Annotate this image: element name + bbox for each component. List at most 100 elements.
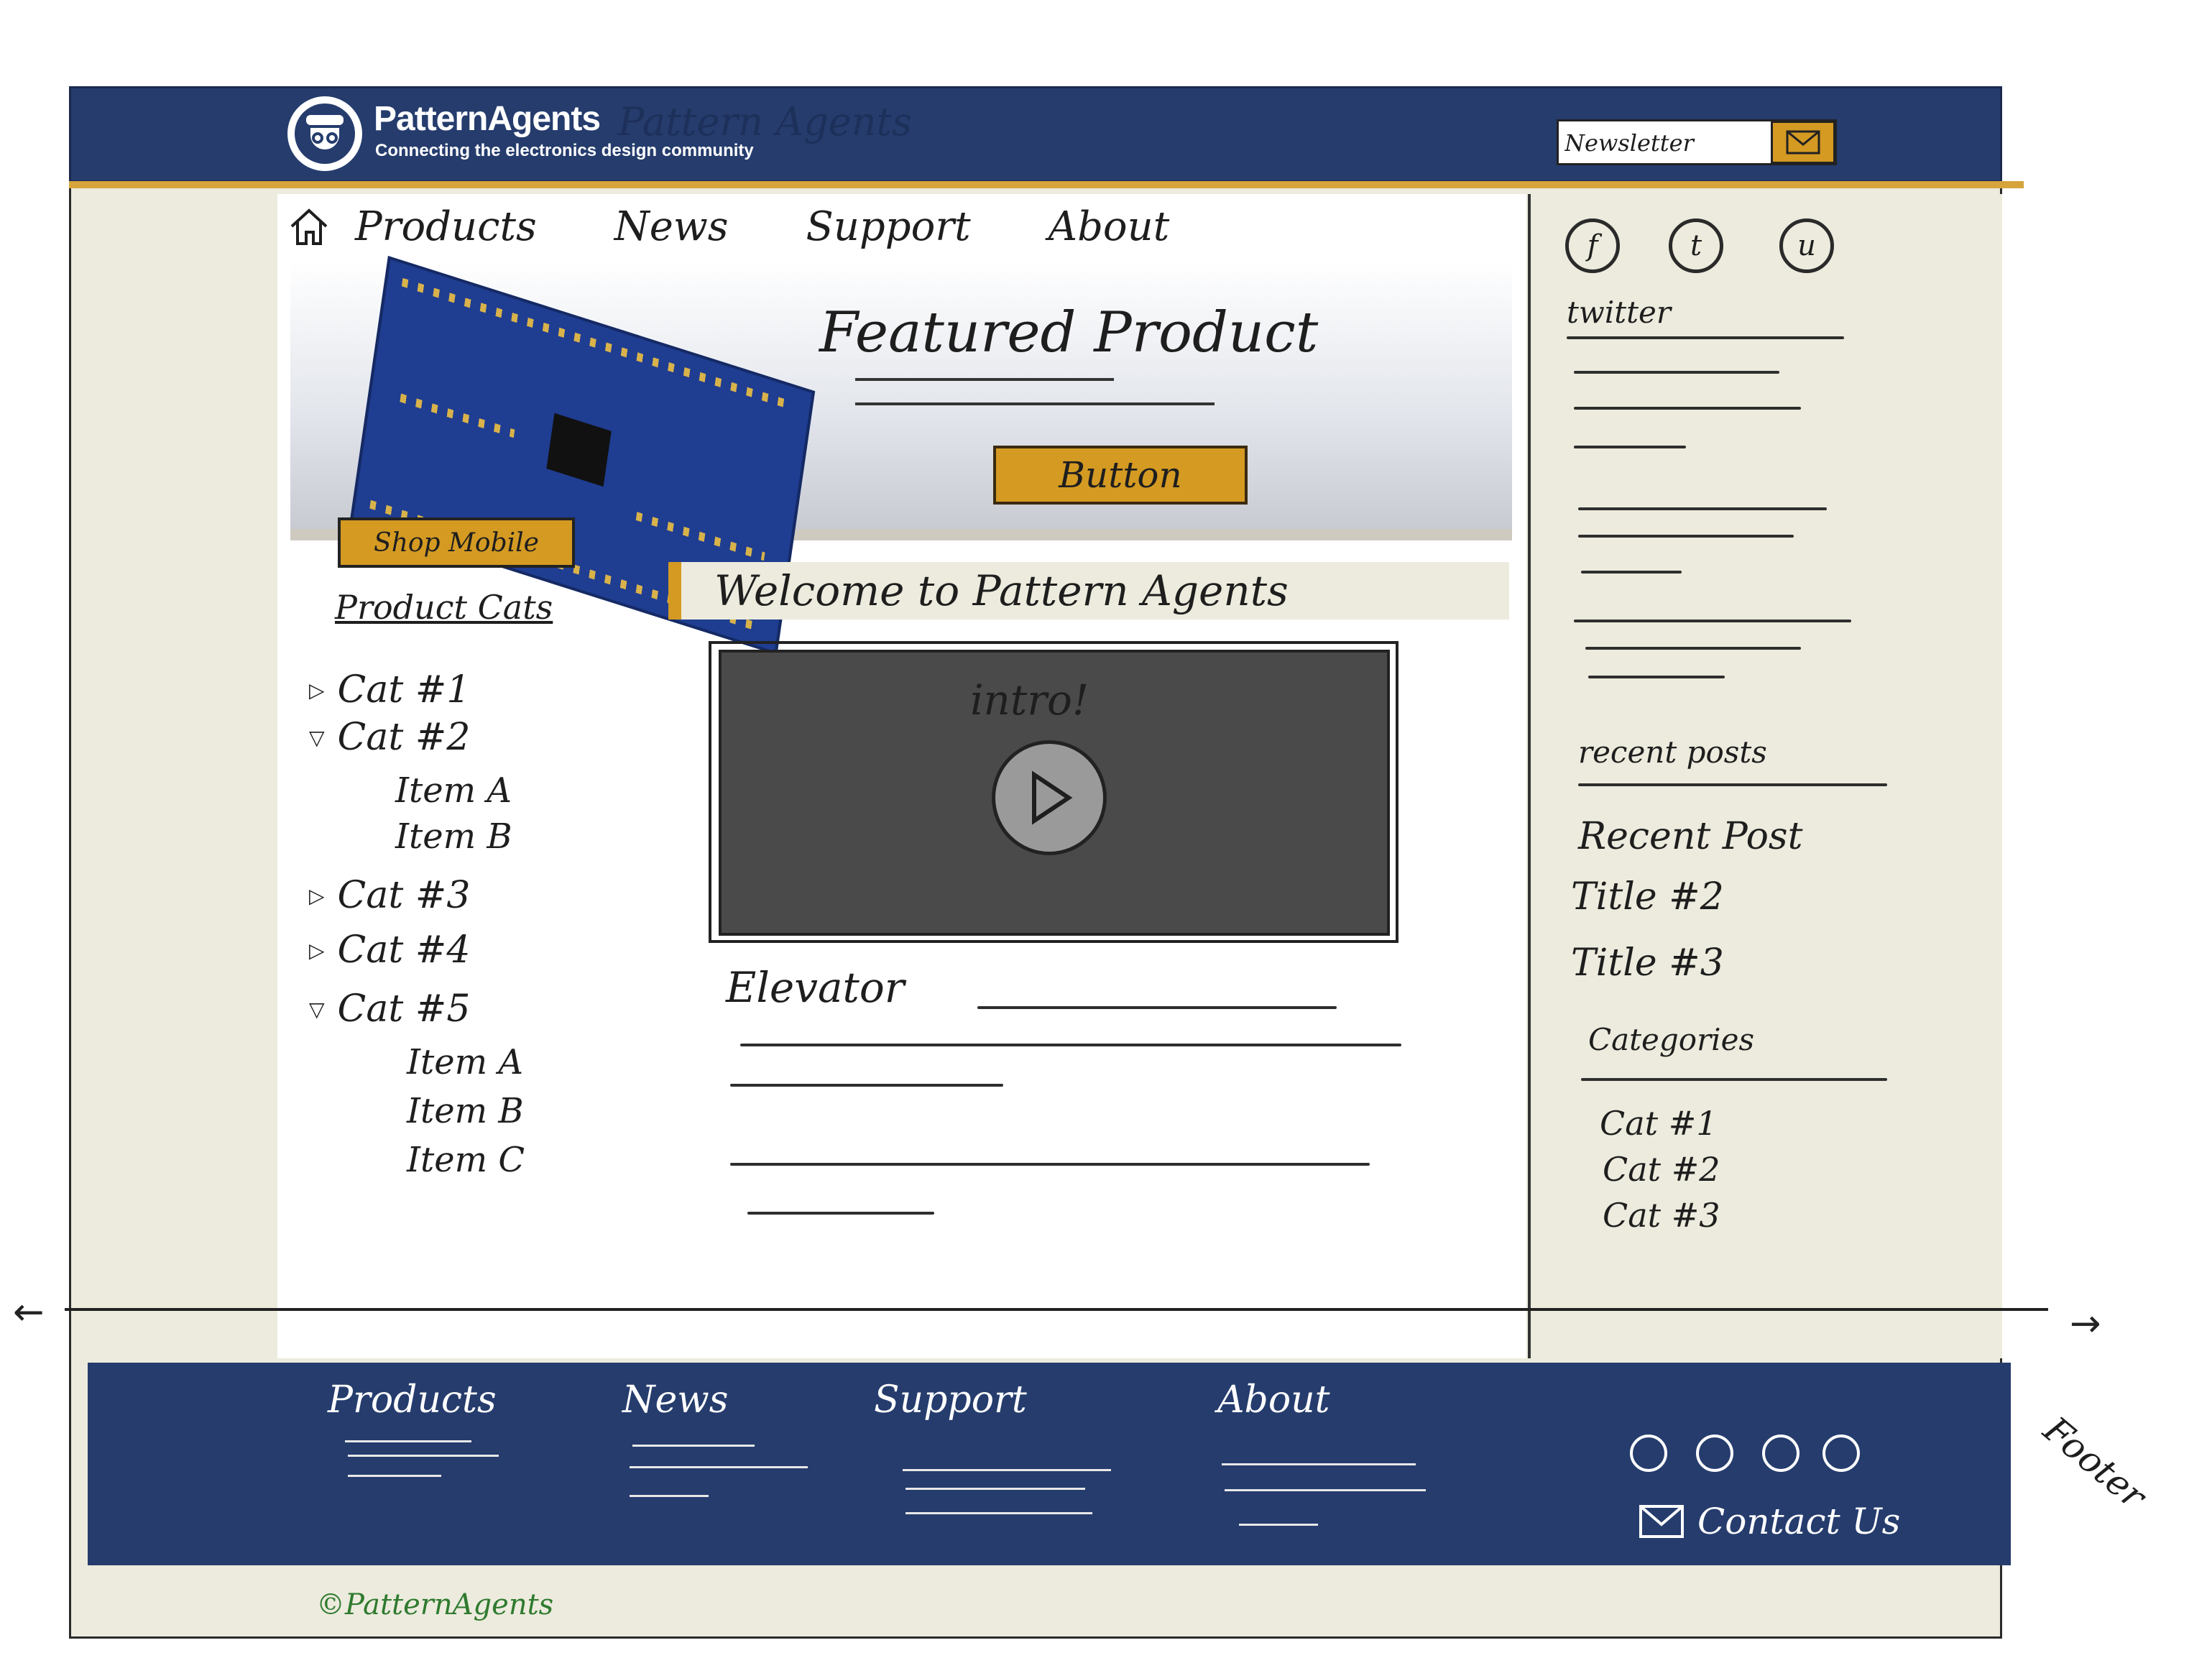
expanded-arrow-icon: ▽ xyxy=(309,725,325,750)
footer-link-line xyxy=(905,1512,1092,1514)
collapsed-arrow-icon: ▷ xyxy=(309,883,325,908)
welcome-heading-bar: Welcome to Pattern Agents xyxy=(668,562,1509,620)
contact-us-label: Contact Us xyxy=(1697,1501,1901,1542)
featured-text-line xyxy=(855,402,1215,405)
category-label: Cat #1 xyxy=(337,668,471,712)
nav-news[interactable]: News xyxy=(614,203,729,250)
sidebar xyxy=(1528,194,2002,1358)
nav-products[interactable]: Products xyxy=(355,203,537,250)
sidebar-category-2[interactable]: Cat #2 xyxy=(1603,1150,1720,1189)
footer-products-heading[interactable]: Products xyxy=(328,1378,497,1422)
recent-posts-heading: recent posts xyxy=(1578,735,1767,770)
nav-about[interactable]: About xyxy=(1049,203,1170,250)
facebook-icon[interactable]: f xyxy=(1565,218,1620,273)
category-cat-3[interactable]: ▷ Cat #3 xyxy=(309,874,470,917)
categories-heading: Categories xyxy=(1588,1022,1754,1057)
brand-name[interactable]: PatternAgents xyxy=(374,99,601,139)
category-cat-1[interactable]: ▷ Cat #1 xyxy=(309,668,470,712)
heading-underline xyxy=(1578,783,1887,786)
footer-link-line xyxy=(348,1455,499,1457)
text-placeholder-line xyxy=(977,1006,1337,1009)
recent-post-1[interactable]: Recent Post xyxy=(1578,815,1803,858)
video-label: intro! xyxy=(970,676,1089,724)
tweet-line xyxy=(1574,371,1779,374)
brand-sketch-text: Pattern Agents xyxy=(618,99,912,144)
category-label: Cat #2 xyxy=(337,716,471,759)
twitter-icon[interactable]: t xyxy=(1669,218,1723,273)
footer-about-heading[interactable]: About xyxy=(1217,1378,1330,1422)
text-placeholder-line xyxy=(730,1084,1003,1087)
footer-link-line xyxy=(1222,1463,1416,1465)
tweet-line xyxy=(1574,620,1851,622)
sidebar-category-3[interactable]: Cat #3 xyxy=(1603,1196,1720,1235)
contact-us-link[interactable]: Contact Us xyxy=(1639,1501,1900,1542)
heading-underline xyxy=(1581,1078,1887,1081)
envelope-icon xyxy=(1786,130,1820,155)
tweet-line xyxy=(1578,507,1827,510)
tweet-line xyxy=(1588,676,1725,678)
footer-link-line xyxy=(1225,1489,1426,1491)
featured-underline xyxy=(855,378,1114,381)
category-label: Cat #5 xyxy=(337,987,471,1031)
tweet-line xyxy=(1578,535,1794,538)
footer-social-icon-1[interactable] xyxy=(1630,1435,1667,1472)
footer-social-icon-3[interactable] xyxy=(1762,1435,1799,1472)
footer-social-icon-4[interactable] xyxy=(1822,1435,1860,1472)
tweet-line xyxy=(1581,571,1682,574)
tweet-line xyxy=(1585,647,1801,650)
featured-title: Featured Product xyxy=(819,300,1319,365)
footer-link-line xyxy=(630,1466,808,1468)
copyright-text: ©PatternAgents xyxy=(316,1588,554,1621)
header-divider xyxy=(69,181,2024,188)
elevator-pitch-heading: Elevator xyxy=(726,963,905,1012)
cat-2-item-a[interactable]: Item A xyxy=(395,770,512,811)
text-placeholder-line xyxy=(747,1212,934,1215)
featured-button[interactable]: Button xyxy=(993,446,1248,505)
footer-link-line xyxy=(348,1475,441,1477)
footer-support-heading[interactable]: Support xyxy=(874,1378,1027,1422)
text-placeholder-line xyxy=(740,1044,1401,1046)
collapsed-arrow-icon: ▷ xyxy=(309,938,325,962)
right-arrow-icon: → xyxy=(2070,1302,2101,1345)
sidebar-category-1[interactable]: Cat #1 xyxy=(1600,1104,1718,1143)
cat-5-item-a[interactable]: Item A xyxy=(407,1042,523,1082)
cat-5-item-c[interactable]: Item C xyxy=(407,1140,525,1180)
footer-link-line xyxy=(345,1440,471,1442)
home-icon[interactable] xyxy=(287,205,331,248)
recent-post-2[interactable]: Title #2 xyxy=(1571,875,1724,918)
logo-icon[interactable] xyxy=(287,96,362,171)
footer-link-line xyxy=(1239,1524,1318,1526)
footer-link-line xyxy=(632,1445,755,1447)
page-width-guide xyxy=(65,1308,2048,1311)
newsletter-submit-button[interactable] xyxy=(1771,121,1835,164)
nav-support[interactable]: Support xyxy=(806,203,971,250)
collapsed-arrow-icon: ▷ xyxy=(309,678,325,702)
newsletter-input[interactable] xyxy=(1564,126,1751,160)
footer-news-heading[interactable]: News xyxy=(622,1378,728,1422)
footer-link-line xyxy=(905,1488,1085,1490)
footer-link-line xyxy=(630,1495,709,1497)
category-label: Cat #3 xyxy=(337,874,471,917)
play-icon[interactable] xyxy=(992,740,1107,855)
footer-annotation: Footer xyxy=(2035,1409,2154,1517)
category-cat-4[interactable]: ▷ Cat #4 xyxy=(309,929,470,972)
shop-mobile-button[interactable]: Shop Mobile xyxy=(338,517,575,568)
text-placeholder-line xyxy=(730,1163,1370,1166)
welcome-heading: Welcome to Pattern Agents xyxy=(714,566,1289,615)
category-cat-5[interactable]: ▽ Cat #5 xyxy=(309,987,470,1031)
other-icon[interactable]: u xyxy=(1779,218,1834,273)
main-nav: Products News Support About xyxy=(287,198,1247,255)
envelope-icon xyxy=(1639,1505,1684,1538)
footer-link-line xyxy=(903,1469,1111,1471)
left-arrow-icon: ← xyxy=(13,1291,45,1334)
category-cat-2[interactable]: ▽ Cat #2 xyxy=(309,716,470,759)
tweet-line xyxy=(1574,407,1801,410)
cat-5-item-b[interactable]: Item B xyxy=(407,1091,524,1131)
footer-social-icon-2[interactable] xyxy=(1696,1435,1733,1472)
product-cats-heading: Product Cats xyxy=(335,588,553,627)
category-label: Cat #4 xyxy=(337,929,471,972)
cat-2-item-b[interactable]: Item B xyxy=(395,816,512,857)
expanded-arrow-icon: ▽ xyxy=(309,997,325,1021)
heading-underline xyxy=(1567,336,1844,339)
recent-post-3[interactable]: Title #3 xyxy=(1571,941,1724,985)
